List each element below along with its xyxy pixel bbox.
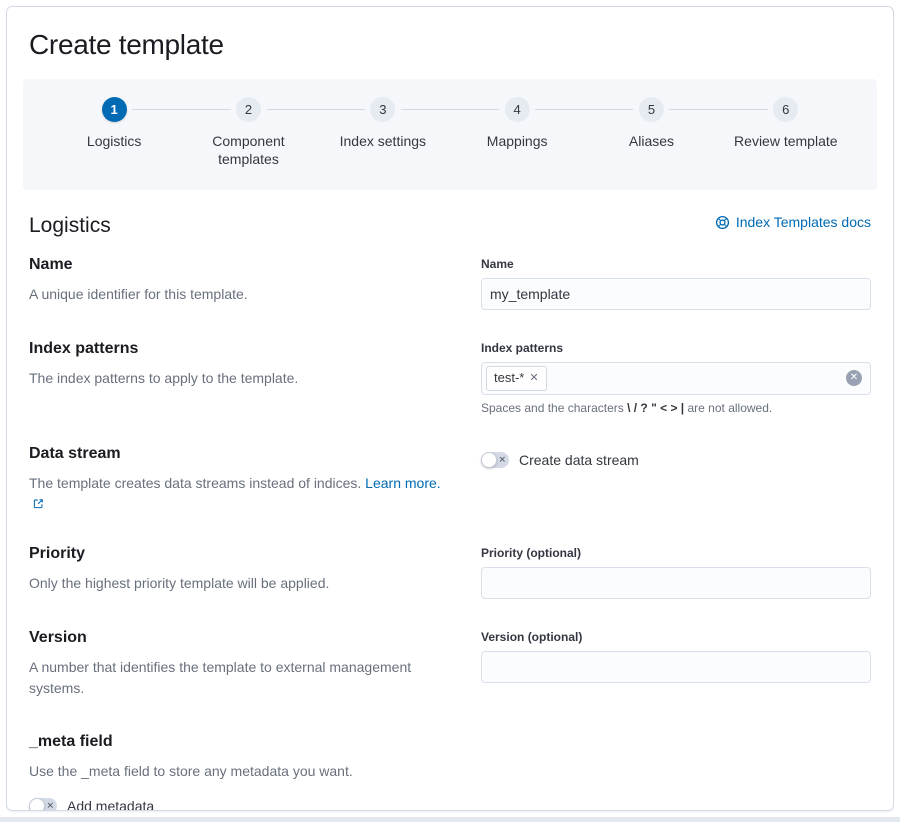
data-stream-row: Data stream The template creates data st…	[29, 429, 871, 529]
step-aliases[interactable]: 5 Aliases	[584, 97, 718, 168]
priority-row-description: Only the highest priority template will …	[29, 573, 459, 594]
priority-input[interactable]	[481, 567, 871, 599]
version-input[interactable]	[481, 651, 871, 683]
toggle-knob	[29, 798, 45, 811]
meta-field-section: _meta field Use the _meta field to store…	[29, 719, 871, 811]
index-patterns-row-title: Index patterns	[29, 340, 459, 358]
step-label: Component templates	[188, 132, 308, 168]
toggle-knob	[481, 452, 497, 468]
step-index-settings[interactable]: 3 Index settings	[316, 97, 450, 168]
name-input[interactable]	[481, 278, 871, 310]
step-logistics[interactable]: 1 Logistics	[47, 97, 181, 168]
index-pattern-pill-value: test-*	[494, 369, 524, 387]
section-title: Logistics	[29, 214, 111, 238]
help-life-ring-icon	[715, 215, 730, 230]
step-number-circle[interactable]: 6	[773, 97, 798, 122]
create-data-stream-toggle[interactable]: ✕	[481, 452, 509, 468]
step-label: Index settings	[340, 132, 426, 150]
forbidden-characters: \ / ? " < > |	[627, 401, 684, 415]
docs-link-label: Index Templates docs	[736, 214, 871, 230]
external-link-icon[interactable]	[33, 496, 44, 512]
step-number-circle[interactable]: 5	[639, 97, 664, 122]
add-metadata-toggle[interactable]: ✕	[29, 798, 57, 811]
name-row: Name A unique identifier for this templa…	[29, 240, 871, 324]
version-field-label: Version (optional)	[481, 630, 871, 644]
step-label: Mappings	[487, 132, 548, 150]
step-number-circle[interactable]: 1	[102, 97, 127, 122]
meta-section-description: Use the _meta field to store any metadat…	[29, 761, 871, 782]
page-background-strip	[0, 817, 900, 822]
priority-field-label: Priority (optional)	[481, 546, 871, 560]
version-row: Version A number that identifies the tem…	[29, 613, 871, 713]
name-row-title: Name	[29, 256, 459, 274]
step-number-circle[interactable]: 3	[370, 97, 395, 122]
step-review-template[interactable]: 6 Review template	[719, 97, 853, 168]
index-patterns-combobox[interactable]: test-* ✕ ✕	[481, 362, 871, 394]
step-number-circle[interactable]: 2	[236, 97, 261, 122]
step-component-templates[interactable]: 2 Component templates	[181, 97, 315, 168]
index-pattern-pill: test-* ✕	[486, 366, 547, 390]
create-data-stream-toggle-label[interactable]: Create data stream	[519, 452, 639, 468]
step-label: Logistics	[87, 132, 141, 150]
priority-row: Priority Only the highest priority templ…	[29, 529, 871, 613]
clear-index-patterns-icon[interactable]: ✕	[846, 370, 862, 386]
name-row-description: A unique identifier for this template.	[29, 284, 459, 305]
data-stream-row-description: The template creates data streams instea…	[29, 473, 459, 515]
meta-section-title: _meta field	[29, 733, 871, 751]
create-template-panel: Create template 1 Logistics 2 Component …	[6, 6, 894, 811]
index-patterns-row: Index patterns The index patterns to app…	[29, 324, 871, 428]
index-patterns-field-label: Index patterns	[481, 341, 871, 355]
step-mappings[interactable]: 4 Mappings	[450, 97, 584, 168]
remove-index-pattern-icon[interactable]: ✕	[529, 373, 538, 384]
toggle-off-icon: ✕	[46, 801, 54, 810]
step-label: Review template	[734, 132, 838, 150]
name-field-label: Name	[481, 257, 871, 271]
index-patterns-row-description: The index patterns to apply to the templ…	[29, 368, 459, 389]
wizard-stepper: 1 Logistics 2 Component templates 3 Inde…	[23, 79, 877, 190]
index-patterns-help-text: Spaces and the characters \ / ? " < > | …	[481, 401, 871, 415]
version-row-description: A number that identifies the template to…	[29, 657, 459, 699]
step-label: Aliases	[629, 132, 674, 150]
toggle-off-icon: ✕	[498, 455, 506, 464]
step-number-circle[interactable]: 4	[505, 97, 530, 122]
add-metadata-toggle-label[interactable]: Add metadata	[67, 798, 154, 811]
index-templates-docs-link[interactable]: Index Templates docs	[715, 214, 871, 230]
learn-more-link[interactable]: Learn more.	[365, 475, 440, 491]
version-row-title: Version	[29, 629, 459, 647]
priority-row-title: Priority	[29, 545, 459, 563]
data-stream-row-title: Data stream	[29, 445, 459, 463]
page-title: Create template	[29, 29, 877, 61]
